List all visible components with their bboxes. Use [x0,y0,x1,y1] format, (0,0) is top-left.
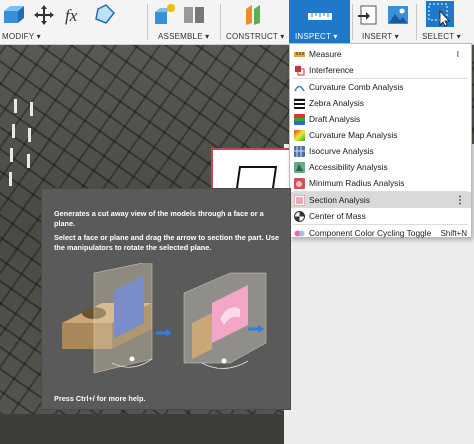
model-after-illustration [183,272,267,369]
tooltip-help-hint: Press Ctrl+/ for more help. [54,394,146,403]
select-menu[interactable]: SELECT ▾ [422,32,461,41]
edge-marker [10,148,13,162]
measure-icon[interactable] [307,8,333,24]
section-analysis-illustration [62,263,267,374]
construct-menu[interactable]: CONSTRUCT ▾ [226,32,285,41]
edge-marker [30,102,33,116]
insert-image-icon[interactable] [386,3,410,27]
more-options-icon[interactable]: ⋮ [455,195,465,206]
color-cycling-icon [294,230,305,236]
model-before-illustration [62,263,172,374]
edge-marker [27,154,30,168]
construct-group[interactable]: CONSTRUCT ▾ [222,0,288,44]
menu-item-minimum-radius[interactable]: Minimum Radius Analysis [290,175,471,191]
interference-icon [295,65,305,75]
menu-item-label: Accessibility Analysis [309,162,388,172]
menu-item-section-analysis[interactable]: Section Analysis ⋮ [290,192,471,208]
menu-item-label: Draft Analysis [309,114,361,124]
move-icon[interactable] [32,3,56,27]
shortcut-label: I [456,49,459,59]
shortcut-label: Shift+N [440,228,467,238]
menu-item-label: Center of Mass [309,211,366,221]
assemble-group[interactable]: ASSEMBLE ▾ [152,0,214,44]
separator [220,4,221,40]
tooltip-summary: Generates a cut away view of the models … [54,209,264,228]
edge-marker [28,128,31,142]
shell-icon[interactable] [92,3,116,27]
menu-item-label: Interference [309,65,354,75]
section-analysis-icon [294,194,305,206]
insert-derive-icon[interactable] [356,3,380,27]
minimum-radius-icon [294,177,305,189]
select-cursor-icon[interactable] [426,1,454,27]
isocurve-icon [294,145,305,157]
ribbon-toolbar: fx MODIFY ▾ ASSEMBLE ▾ CONSTRUCT ▾ INSPE… [0,0,474,45]
menu-item-curvature-map[interactable]: Curvature Map Analysis [290,127,471,143]
tooltip-instructions: Select a face or plane and drag the arro… [54,233,280,252]
inspect-menu[interactable]: INSPECT ▾ [295,32,338,41]
ruler-icon [294,51,305,57]
menu-item-zebra[interactable]: Zebra Analysis [290,95,471,111]
joint-icon[interactable] [182,3,206,27]
edge-marker [14,99,17,113]
insert-menu[interactable]: INSERT ▾ [362,32,399,41]
modify-menu[interactable]: MODIFY ▾ [2,32,41,41]
menu-item-accessibility[interactable]: Accessibility Analysis [290,159,471,175]
offset-plane-icon[interactable] [242,3,266,27]
draft-icon [294,113,305,125]
press-pull-icon[interactable] [2,3,26,27]
curvature-comb-icon [294,85,305,91]
modify-group[interactable]: fx MODIFY ▾ [0,0,116,44]
separator [352,4,353,40]
center-of-mass-icon [294,210,305,222]
menu-item-label: Curvature Map Analysis [309,130,398,140]
edge-marker [12,124,15,138]
fx-parameters-icon[interactable]: fx [62,3,86,27]
new-component-icon[interactable] [152,3,176,27]
menu-item-label: Isocurve Analysis [309,146,374,156]
menu-item-label: Zebra Analysis [309,98,364,108]
menu-item-interference[interactable]: Interference [290,62,471,78]
menu-item-label: Curvature Comb Analysis [309,82,404,92]
accessibility-icon [294,161,305,173]
insert-group[interactable]: INSERT ▾ [354,0,414,44]
section-analysis-tooltip: Generates a cut away view of the models … [41,188,291,410]
menu-item-draft[interactable]: Draft Analysis [290,111,471,127]
menu-item-center-of-mass[interactable]: Center of Mass [290,208,471,224]
inspect-dropdown: Measure I Interference Curvature Comb An… [289,43,472,238]
menu-item-measure[interactable]: Measure I [290,46,471,62]
svg-text:fx: fx [65,6,78,25]
select-group[interactable]: SELECT ▾ [420,0,474,44]
menu-item-label: Section Analysis [309,195,370,205]
separator [416,4,417,40]
menu-item-isocurve[interactable]: Isocurve Analysis [290,143,471,159]
menu-item-label: Component Color Cycling Toggle [309,228,432,238]
menu-item-curvature-comb[interactable]: Curvature Comb Analysis [290,79,471,95]
inspect-group[interactable]: INSPECT ▾ [289,0,350,44]
assemble-menu[interactable]: ASSEMBLE ▾ [158,32,209,41]
menu-item-label: Minimum Radius Analysis [309,178,405,188]
menu-item-label: Measure [309,49,342,59]
curvature-map-icon [294,129,305,141]
menu-item-color-cycling[interactable]: Component Color Cycling Toggle Shift+N [290,225,471,241]
zebra-icon [294,97,305,109]
separator [147,4,148,40]
edge-marker [9,172,12,186]
